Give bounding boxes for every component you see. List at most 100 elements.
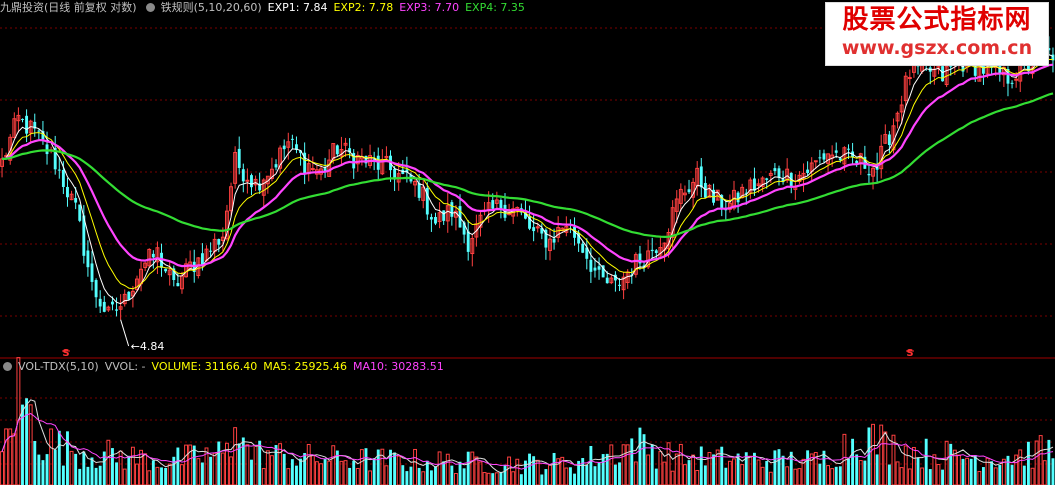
volume-bar [674,453,679,485]
volume-bar [192,445,196,485]
volume-bar [670,470,675,485]
candle-body [98,298,102,307]
volume-bar [331,445,336,485]
chart-canvas[interactable]: ←4.84 S S [0,0,1055,485]
volume-bar [830,468,835,485]
volume-bar [176,447,180,485]
volume-bar [78,468,82,485]
low-price-label: ←4.84 [131,340,165,353]
volume-bar [37,454,41,485]
volume-bar [164,468,168,485]
sell-marker: S [906,348,913,359]
volume-bar [961,458,965,485]
volume-bar [384,465,389,485]
candle-body [1010,82,1014,84]
volume-bar [638,427,642,485]
candle-body [618,284,621,286]
volume-bar [924,438,928,485]
candle-body [434,216,437,224]
volume-bar [965,457,970,485]
volume-bar [421,471,426,485]
volume-bar [678,443,683,485]
volume-bar [691,454,696,485]
volume-bar [319,463,323,485]
volume-bar [740,464,745,485]
settings-icon[interactable] [3,362,12,371]
volume-bar [515,458,520,485]
candle-body [335,145,339,155]
volume-bar [528,453,531,485]
candle-body [94,280,98,298]
candle-body [376,155,380,170]
volume-bar [903,445,908,485]
volume-bar [115,462,118,485]
candle-body [429,217,433,220]
volume-bar [916,457,920,485]
volume-bar [838,466,842,485]
candle-body [773,168,777,172]
volume-bar [899,467,904,485]
candle-body [834,150,838,153]
volume-bar [809,453,814,485]
volume-bar [413,448,417,485]
volume-bar [167,463,172,485]
candle-body [25,115,29,134]
volume-bar [977,471,982,485]
candle-body [21,118,24,120]
watermark-title: 股票公式指标网 [842,5,1032,35]
volume-bar [237,443,241,485]
volume-bar [826,465,830,485]
volume-bar [748,455,753,485]
volume-bar [621,444,626,485]
ma10-value: MA10: 30283.51 [352,360,444,373]
volume-bar [90,457,94,485]
exp2-value: EXP2: 7.78 [333,1,394,14]
volume-bar [434,466,437,485]
candle-body [127,291,131,300]
volume-bar [380,448,385,485]
volume-bar [372,458,376,485]
volume-bar [1051,458,1055,485]
candle-body [818,157,822,159]
vvol-value: VVOL: - [104,360,146,373]
volume-bar [797,468,802,485]
candle-body [176,283,180,287]
volume-bar [61,465,65,485]
candle-body [491,200,495,209]
candle-body [806,169,810,174]
volume-bar [993,467,998,485]
candle-body [241,169,245,182]
volume-bar [499,471,503,485]
volume-bar [879,424,884,485]
ma5-value: MA5: 25925.46 [263,360,347,373]
candle-body [66,186,69,198]
volume-bar [662,461,667,485]
volume-value: VOLUME: 31166.40 [151,360,258,373]
volume-bar [233,427,238,485]
volume-bar [310,455,315,485]
volume-bar [155,466,160,485]
candle-body [111,301,114,305]
volume-bar [773,450,777,485]
settings-icon[interactable] [145,3,155,12]
volume-bar [646,454,651,485]
volume-bar [290,459,294,485]
volume-bar [949,443,953,485]
volume-bar [707,451,712,485]
volume-bar [920,467,925,485]
exp3-line [1,63,1054,268]
candle-body [78,204,82,221]
volume-bar [511,471,516,485]
volume-bar [491,473,495,485]
stock-chart-window: ←4.84 S S 九鼎投资(日线 前复权 对数) 铁规则(5,10,20,60) EX… [0,0,1055,485]
indicator-name: 铁规则(5,10,20,60) [160,1,262,14]
volume-bar [49,428,54,485]
volume-bar [282,453,286,485]
candle-body [736,192,740,203]
candle-body [650,249,654,252]
volume-bar [220,452,225,485]
volume-bar [855,454,859,485]
volume-bar [863,460,867,485]
volume-bar [45,454,49,485]
volume-bar [597,462,601,485]
